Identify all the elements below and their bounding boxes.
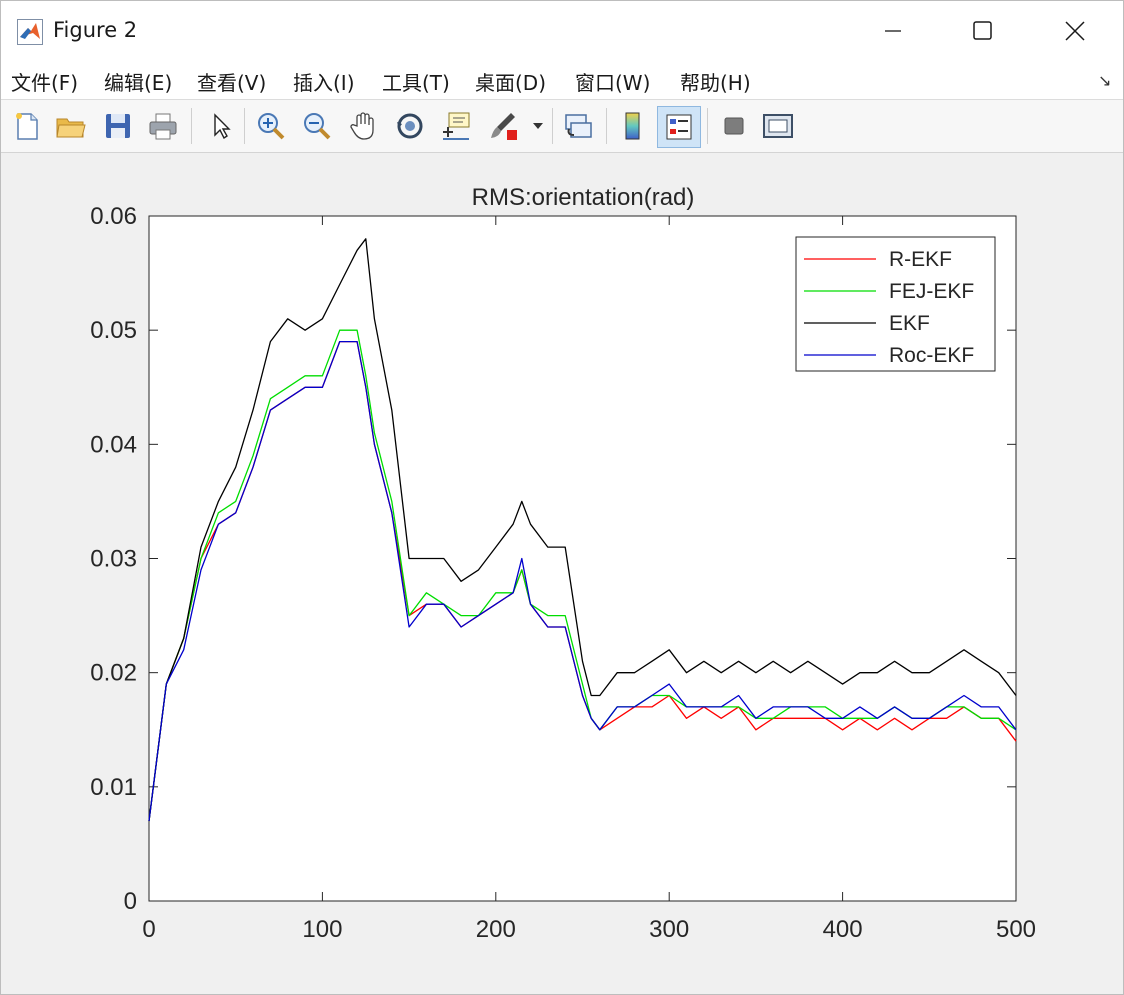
menu-file[interactable]: 文件(F)	[11, 67, 78, 96]
legend-label: R-EKF	[889, 248, 952, 271]
x-tick-label: 0	[142, 916, 155, 943]
menu-insert[interactable]: 插入(I)	[293, 67, 355, 96]
link-plot-icon	[565, 114, 592, 138]
link-plot-button[interactable]	[558, 106, 598, 146]
zoom-in-icon	[258, 113, 285, 140]
print-icon	[149, 113, 177, 140]
pan-button[interactable]	[344, 106, 384, 146]
window-title: Figure 2	[53, 18, 138, 42]
colorbar-button[interactable]	[613, 106, 653, 146]
x-tick-label: 400	[823, 916, 863, 943]
brush-icon	[491, 113, 517, 140]
save-button[interactable]	[98, 106, 138, 146]
data-cursor-icon	[443, 112, 470, 140]
legend-button[interactable]	[657, 106, 701, 148]
legend-label: FEJ-EKF	[889, 280, 974, 303]
y-tick-label: 0.02	[90, 660, 137, 687]
toolbar-separator	[606, 108, 607, 144]
brush-dropdown-button[interactable]	[528, 106, 548, 146]
data-cursor-button[interactable]	[436, 106, 476, 146]
dock-arrow-icon[interactable]: ↘	[1098, 71, 1111, 90]
y-tick-label: 0.04	[90, 431, 137, 458]
hide-plot-tools-button[interactable]	[714, 106, 754, 146]
y-tick-label: 0.05	[90, 317, 137, 344]
minimize-button[interactable]	[847, 1, 939, 61]
toolbar-separator	[244, 108, 245, 144]
x-tick-label: 200	[476, 916, 516, 943]
y-tick-label: 0.01	[90, 774, 137, 801]
legend-label: EKF	[889, 312, 930, 335]
menu-window[interactable]: 窗口(W)	[575, 67, 650, 96]
show-plot-tools-button[interactable]	[758, 106, 798, 146]
brush-button[interactable]	[484, 106, 524, 146]
menu-help[interactable]: 帮助(H)	[680, 67, 751, 96]
close-icon	[1065, 21, 1085, 41]
y-tick-label: 0	[124, 888, 137, 915]
pan-hand-icon	[350, 112, 374, 140]
toolbar-separator	[191, 108, 192, 144]
maximize-button[interactable]	[937, 1, 1029, 61]
zoom-out-icon	[304, 113, 331, 140]
pointer-arrow-icon	[214, 113, 231, 140]
open-file-button[interactable]	[51, 106, 91, 146]
x-tick-label: 100	[302, 916, 342, 943]
show-plot-tools-icon	[763, 114, 793, 138]
menu-bar: 文件(F) 编辑(E) 查看(V) 插入(I) 工具(T) 桌面(D) 窗口(W…	[1, 61, 1123, 100]
toolbar-separator	[707, 108, 708, 144]
save-icon	[106, 114, 130, 138]
figure-toolbar	[1, 100, 1123, 153]
legend-icon	[666, 114, 692, 140]
matlab-app-icon	[17, 19, 43, 45]
chart-title: RMS:orientation(rad)	[472, 184, 695, 211]
menu-edit[interactable]: 编辑(E)	[104, 67, 172, 96]
open-file-icon	[56, 118, 86, 138]
edit-plot-button[interactable]	[200, 106, 240, 146]
menu-tools[interactable]: 工具(T)	[382, 67, 450, 96]
menu-desktop[interactable]: 桌面(D)	[475, 67, 546, 96]
line-chart[interactable]: RMS:orientation(rad) 0 100 200 300 400 500 0 0.…	[5, 153, 1119, 991]
y-tick-label: 0.03	[90, 546, 137, 573]
new-figure-icon	[16, 113, 38, 140]
new-figure-button[interactable]	[7, 106, 47, 146]
rotate-3d-button[interactable]	[390, 106, 430, 146]
x-tick-label: 300	[649, 916, 689, 943]
zoom-in-button[interactable]	[251, 106, 291, 146]
figure-canvas-area: RMS:orientation(rad) 0 100 200 300 400 500 0 0.…	[5, 153, 1119, 991]
title-bar[interactable]: Figure 2	[1, 1, 1123, 61]
close-button[interactable]	[1029, 1, 1121, 61]
y-tick-label: 0.06	[90, 203, 137, 230]
x-tick-label: 500	[996, 916, 1036, 943]
chevron-down-icon	[533, 123, 543, 129]
menu-view[interactable]: 查看(V)	[197, 67, 266, 96]
maximize-icon	[973, 21, 992, 40]
hide-plot-tools-icon	[724, 117, 744, 135]
rotate-3d-icon	[397, 113, 423, 139]
legend-label: Roc-EKF	[889, 344, 974, 367]
legend[interactable]: R-EKF FEJ-EKF EKF Roc-EKF	[795, 236, 996, 372]
minimize-icon	[885, 30, 901, 32]
figure-window: Figure 2 文件(F) 编辑(E) 查看(V) 插入(I) 工具(T) 桌…	[0, 0, 1124, 995]
zoom-out-button[interactable]	[297, 106, 337, 146]
colorbar-icon	[625, 112, 640, 140]
print-button[interactable]	[143, 106, 183, 146]
toolbar-separator	[552, 108, 553, 144]
